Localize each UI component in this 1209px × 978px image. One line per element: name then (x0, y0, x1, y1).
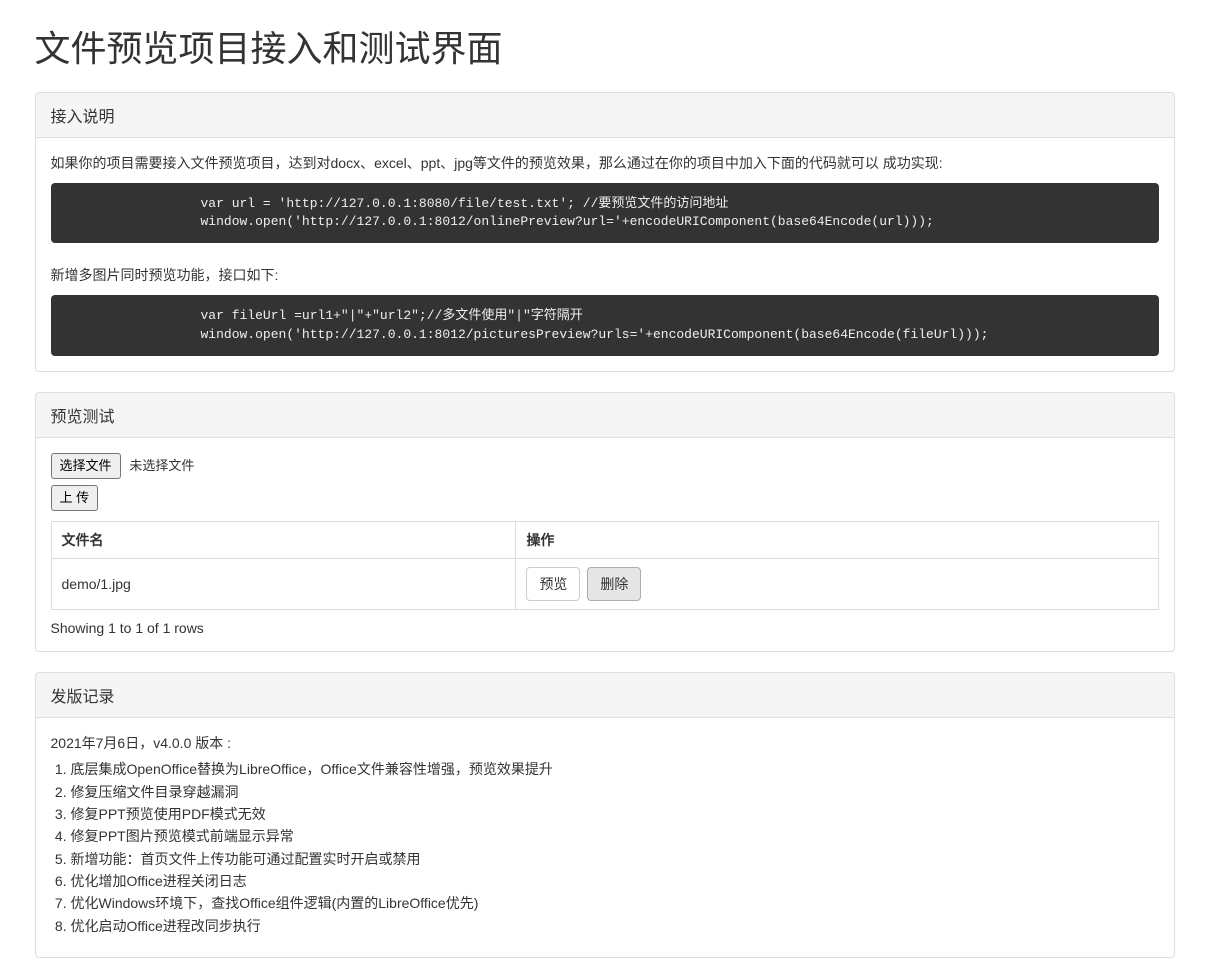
cell-filename: demo/1.jpg (51, 559, 516, 610)
release-date: 2021年7月6日，v4.0.0 版本 : (51, 733, 1159, 753)
test-panel-heading: 预览测试 (36, 393, 1174, 438)
release-panel-heading: 发版记录 (36, 673, 1174, 718)
access-intro-2: 新增多图片同时预览功能，接口如下: (51, 265, 1159, 285)
release-list: 底层集成OpenOffice替换为LibreOffice，Office文件兼容性… (51, 758, 1159, 937)
choose-file-button[interactable]: 选择文件 (51, 453, 121, 479)
code-block-2: var fileUrl =url1+"|"+"url2";//多文件使用"|"字… (51, 295, 1159, 355)
release-item: 新增功能：首页文件上传功能可通过配置实时开启或禁用 (71, 848, 1159, 870)
release-item: 优化Windows环境下，查找Office组件逻辑(内置的LibreOffice… (71, 892, 1159, 914)
access-panel: 接入说明 如果你的项目需要接入文件预览项目，达到对docx、excel、ppt、… (35, 92, 1175, 372)
test-panel: 预览测试 选择文件 未选择文件 上 传 文件名 操作 demo/1.jpg (35, 392, 1175, 652)
code-block-1: var url = 'http://127.0.0.1:8080/file/te… (51, 183, 1159, 243)
delete-button[interactable]: 删除 (587, 567, 641, 601)
page-title: 文件预览项目接入和测试界面 (35, 20, 1175, 72)
access-panel-heading: 接入说明 (36, 93, 1174, 138)
preview-button[interactable]: 预览 (526, 567, 580, 601)
col-filename: 文件名 (51, 522, 516, 559)
col-action: 操作 (516, 522, 1158, 559)
access-panel-body: 如果你的项目需要接入文件预览项目，达到对docx、excel、ppt、jpg等文… (36, 138, 1174, 371)
table-row: demo/1.jpg 预览 删除 (51, 559, 1158, 610)
release-item: 优化增加Office进程关闭日志 (71, 870, 1159, 892)
cell-actions: 预览 删除 (516, 559, 1158, 610)
upload-button[interactable]: 上 传 (51, 485, 99, 511)
release-panel-body: 2021年7月6日，v4.0.0 版本 : 底层集成OpenOffice替换为L… (36, 718, 1174, 957)
release-item: 修复PPT图片预览模式前端显示异常 (71, 825, 1159, 847)
access-intro-1: 如果你的项目需要接入文件预览项目，达到对docx、excel、ppt、jpg等文… (51, 153, 1159, 173)
release-panel: 发版记录 2021年7月6日，v4.0.0 版本 : 底层集成OpenOffic… (35, 672, 1175, 958)
test-panel-body: 选择文件 未选择文件 上 传 文件名 操作 demo/1.jpg (36, 438, 1174, 651)
release-item: 底层集成OpenOffice替换为LibreOffice，Office文件兼容性… (71, 758, 1159, 780)
file-status-text: 未选择文件 (129, 458, 194, 473)
release-item: 优化启动Office进程改同步执行 (71, 915, 1159, 937)
release-item: 修复压缩文件目录穿越漏洞 (71, 781, 1159, 803)
file-table: 文件名 操作 demo/1.jpg 预览 删除 (51, 521, 1159, 610)
release-item: 修复PPT预览使用PDF模式无效 (71, 803, 1159, 825)
pagination-info: Showing 1 to 1 of 1 rows (51, 620, 1159, 636)
